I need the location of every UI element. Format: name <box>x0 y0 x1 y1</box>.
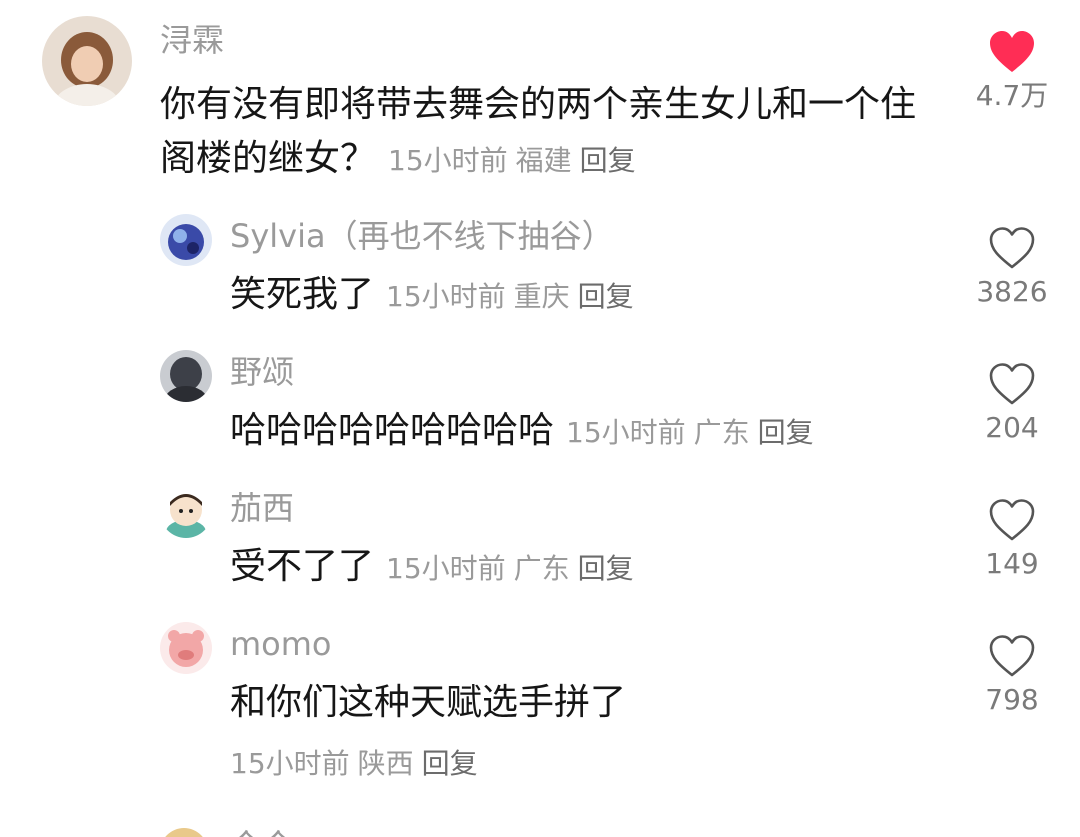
comment-meta: 15小时前 广东 回复 <box>386 552 642 585</box>
comment-thread: 浔霖 你有没有即将带去舞会的两个亲生女儿和一个住阁楼的继女？ 15小时前 福建 回复 … <box>0 0 1080 837</box>
comment-body: 你有没有即将带去舞会的两个亲生女儿和一个住阁楼的继女？ 15小时前 福建 回复 <box>160 78 930 188</box>
heart-outline-icon <box>989 635 1035 677</box>
comment-meta: 15小时前 重庆 回复 <box>386 280 642 313</box>
comment-location: 重庆 <box>513 280 570 313</box>
reply-button[interactable]: 回复 <box>578 552 634 585</box>
comment-time: 15小时前 <box>388 144 508 177</box>
reply-button[interactable]: 回复 <box>578 280 634 313</box>
comment-username[interactable]: momo <box>230 624 332 664</box>
comment-text: 和你们这种天赋选手拼了 <box>230 682 627 723</box>
comment-body: 哈哈哈哈哈哈哈哈哈 15小时前 广东 回复 <box>230 404 950 460</box>
like-count: 204 <box>985 411 1039 444</box>
comment-meta: 15小时前 陕西 回复 <box>230 744 486 784</box>
avatar[interactable] <box>160 486 212 538</box>
heart-outline-icon <box>989 363 1035 405</box>
reply-button[interactable]: 回复 <box>758 416 814 449</box>
comment-time: 15小时前 <box>386 552 506 585</box>
like-button[interactable]: 204 <box>972 362 1052 446</box>
like-button[interactable]: 3826 <box>972 226 1052 310</box>
heart-outline-icon <box>989 499 1035 541</box>
comment-text: 哈哈哈哈哈哈哈哈哈 <box>230 410 555 451</box>
comment-meta: 15小时前 福建 回复 <box>388 144 644 177</box>
comment-body: 和你们这种天赋选手拼了 <box>230 676 950 730</box>
reply-button[interactable]: 回复 <box>580 144 636 177</box>
heart-outline-icon <box>989 227 1035 269</box>
like-count: 3826 <box>976 275 1048 308</box>
heart-filled-icon <box>990 31 1034 72</box>
avatar[interactable] <box>160 622 212 674</box>
comment-time: 15小时前 <box>386 280 506 313</box>
comment-username[interactable]: Sylvia（再也不线下抽谷） <box>230 216 614 256</box>
comment-text: 受不了了 <box>230 546 375 587</box>
comment-location: 陕西 <box>357 747 414 780</box>
like-button[interactable]: 798 <box>972 634 1052 718</box>
comment-text: 笑死我了 <box>230 274 375 315</box>
comment-body: 受不了了 15小时前 广东 回复 <box>230 540 950 596</box>
like-count: 149 <box>985 547 1039 580</box>
avatar[interactable] <box>160 828 208 837</box>
avatar[interactable] <box>42 16 132 106</box>
like-count: 798 <box>985 683 1039 716</box>
comment-time: 15小时前 <box>566 416 686 449</box>
comment-username[interactable]: 今今 <box>230 826 294 837</box>
like-button[interactable]: 4.7万 <box>972 30 1052 114</box>
reply-button[interactable]: 回复 <box>422 747 478 780</box>
comment-location: 广东 <box>693 416 750 449</box>
like-button[interactable]: 149 <box>972 498 1052 582</box>
like-count: 4.7万 <box>975 79 1049 112</box>
comment-username[interactable]: 浔霖 <box>160 20 224 60</box>
comment-username[interactable]: 茄西 <box>230 488 294 528</box>
comment-username[interactable]: 野颂 <box>230 352 294 392</box>
comment-meta: 15小时前 广东 回复 <box>566 416 822 449</box>
comment-location: 福建 <box>515 144 572 177</box>
avatar[interactable] <box>160 214 212 266</box>
avatar[interactable] <box>160 350 212 402</box>
comment-location: 广东 <box>513 552 570 585</box>
comment-body: 笑死我了 15小时前 重庆 回复 <box>230 268 950 324</box>
comment-time: 15小时前 <box>230 747 350 780</box>
